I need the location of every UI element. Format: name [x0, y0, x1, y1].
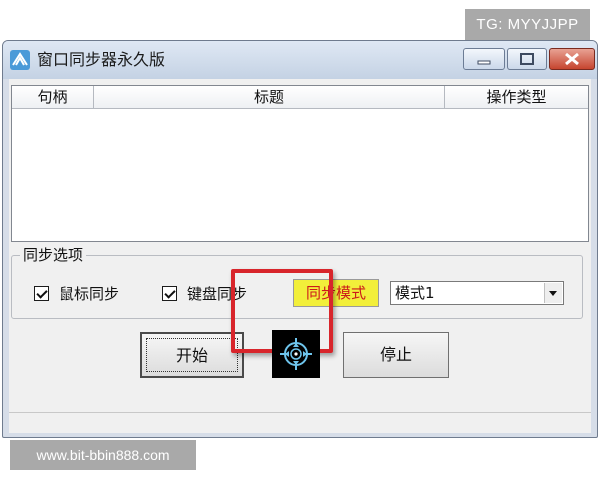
column-header-handle[interactable]: 句柄: [12, 86, 94, 108]
start-button-label: 开始: [175, 346, 208, 365]
title-bar[interactable]: 窗口同步器永久版: [3, 41, 597, 79]
column-header-title[interactable]: 标题: [94, 86, 445, 108]
app-window: 窗口同步器永久版 句柄 标题 操作类型 同步选项 鼠标同步 键盘同步 同步模式 …: [2, 40, 598, 438]
column-header-operation-type[interactable]: 操作类型: [445, 86, 588, 108]
stop-button[interactable]: 停止: [343, 332, 449, 378]
window-title: 窗口同步器永久版: [37, 50, 166, 69]
watermark-bottom: www.bit-bbin888.com: [10, 440, 196, 470]
sync-options-label: 同步选项: [20, 245, 87, 265]
mouse-sync-checkbox[interactable]: 鼠标同步: [34, 284, 119, 304]
crosshair-target-icon: [280, 338, 312, 370]
window-list[interactable]: 句柄 标题 操作类型: [11, 85, 589, 242]
maximize-button[interactable]: [507, 48, 547, 70]
stop-button-label: 停止: [379, 345, 412, 364]
minimize-icon: [477, 60, 491, 65]
close-button[interactable]: [549, 48, 595, 70]
maximize-icon: [520, 53, 534, 65]
chevron-down-icon[interactable]: [544, 283, 562, 303]
app-logo-icon: [10, 50, 30, 70]
sync-mode-select[interactable]: 模式1: [390, 281, 564, 305]
start-button[interactable]: 开始: [140, 332, 244, 378]
sync-mode-value: 模式1: [395, 284, 435, 302]
minimize-button[interactable]: [463, 48, 505, 70]
client-area: 句柄 标题 操作类型 同步选项 鼠标同步 键盘同步 同步模式 模式1 开始 停止: [9, 79, 591, 433]
status-bar: [9, 412, 591, 433]
checkbox-checked-icon: [34, 286, 49, 301]
list-header: 句柄 标题 操作类型: [12, 86, 588, 109]
watermark-top: TG: MYYJJPP: [465, 9, 590, 40]
checkbox-checked-icon: [162, 286, 177, 301]
crosshair-target-tile[interactable]: [272, 330, 320, 378]
mouse-sync-label: 鼠标同步: [59, 285, 120, 303]
close-icon: [565, 52, 579, 66]
